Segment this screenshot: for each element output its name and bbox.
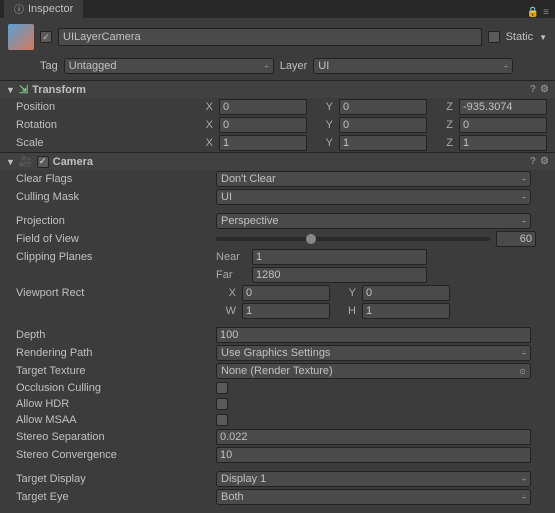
viewport-y-input[interactable] xyxy=(362,285,450,301)
inspector-tab[interactable]: ⓘ Inspector xyxy=(4,0,83,18)
chevron-down-icon: ÷ xyxy=(522,493,526,502)
camera-icon: 🎥 xyxy=(19,155,33,168)
viewport-h-input[interactable] xyxy=(362,303,450,319)
allowmsaa-label: Allow MSAA xyxy=(16,414,216,426)
rotation-label: Rotation xyxy=(16,119,193,131)
chevron-down-icon: ÷ xyxy=(522,175,526,184)
layer-dropdown[interactable]: UI ÷ xyxy=(313,58,513,74)
rotation-z-input[interactable] xyxy=(459,117,547,133)
targetdisplay-dropdown[interactable]: Display 1÷ xyxy=(216,471,531,487)
chevron-down-icon: ÷ xyxy=(522,475,526,484)
transform-icon: ⇲ xyxy=(19,83,28,96)
stereoconv-input[interactable] xyxy=(216,447,531,463)
projection-label: Projection xyxy=(16,215,216,227)
fov-value-input[interactable]: 60 xyxy=(496,231,536,247)
viewport-w-input[interactable] xyxy=(242,303,330,319)
transform-header[interactable]: ▼ ⇲ Transform ? ⚙ xyxy=(0,81,555,98)
rotation-x-input[interactable] xyxy=(219,117,307,133)
gameobject-enabled-checkbox[interactable] xyxy=(40,31,52,43)
position-z-input[interactable] xyxy=(459,99,547,115)
slider-thumb[interactable] xyxy=(306,234,316,244)
clearflags-label: Clear Flags xyxy=(16,173,216,185)
viewport-label: Viewport Rect xyxy=(16,287,216,299)
position-y-input[interactable] xyxy=(339,99,427,115)
renderingpath-label: Rendering Path xyxy=(16,347,216,359)
object-picker-icon[interactable]: ⊙ xyxy=(519,367,526,376)
depth-label: Depth xyxy=(16,329,216,341)
foldout-icon[interactable]: ▼ xyxy=(6,85,15,95)
stereoconv-label: Stereo Convergence xyxy=(16,449,216,461)
static-checkbox[interactable] xyxy=(488,31,500,43)
targeteye-label: Target Eye xyxy=(16,491,216,503)
stereosep-label: Stereo Separation xyxy=(16,431,216,443)
chevron-down-icon: ÷ xyxy=(264,62,268,71)
tag-label: Tag xyxy=(40,60,58,72)
occlusion-checkbox[interactable] xyxy=(216,382,228,394)
allowhdr-checkbox[interactable] xyxy=(216,398,228,410)
cullingmask-label: Culling Mask xyxy=(16,191,216,203)
renderingpath-dropdown[interactable]: Use Graphics Settings÷ xyxy=(216,345,531,361)
gameobject-icon[interactable] xyxy=(8,24,34,50)
foldout-icon[interactable]: ▼ xyxy=(6,157,15,167)
component-title: Camera xyxy=(53,156,526,168)
chevron-down-icon: ÷ xyxy=(522,349,526,358)
info-icon: ⓘ xyxy=(14,1,24,16)
fov-slider[interactable] xyxy=(216,237,490,241)
component-title: Transform xyxy=(32,84,526,96)
lock-icon[interactable]: 🔒 xyxy=(527,7,539,18)
near-clip-input[interactable] xyxy=(252,249,427,265)
layer-label: Layer xyxy=(280,60,308,72)
targeteye-dropdown[interactable]: Both÷ xyxy=(216,489,531,505)
position-label: Position xyxy=(16,101,193,113)
depth-input[interactable] xyxy=(216,327,531,343)
projection-dropdown[interactable]: Perspective÷ xyxy=(216,213,531,229)
targettexture-field[interactable]: None (Render Texture)⊙ xyxy=(216,363,531,379)
gameobject-name-input[interactable] xyxy=(58,28,482,46)
targetdisplay-label: Target Display xyxy=(16,473,216,485)
chevron-down-icon: ÷ xyxy=(504,62,508,71)
position-x-input[interactable] xyxy=(219,99,307,115)
chevron-down-icon: ÷ xyxy=(522,193,526,202)
fov-label: Field of View xyxy=(16,233,216,245)
clipping-label: Clipping Planes xyxy=(16,251,216,263)
scale-z-input[interactable] xyxy=(459,135,547,151)
camera-header[interactable]: ▼ 🎥 Camera ? ⚙ xyxy=(0,153,555,170)
allowhdr-label: Allow HDR xyxy=(16,398,216,410)
gear-icon[interactable]: ⚙ xyxy=(540,156,549,167)
tag-dropdown[interactable]: Untagged ÷ xyxy=(64,58,274,74)
help-icon[interactable]: ? xyxy=(530,84,536,95)
scale-y-input[interactable] xyxy=(339,135,427,151)
gear-icon[interactable]: ⚙ xyxy=(540,84,549,95)
chevron-down-icon: ÷ xyxy=(522,217,526,226)
static-label: Static xyxy=(506,31,534,43)
far-clip-input[interactable] xyxy=(252,267,427,283)
tab-title: Inspector xyxy=(28,3,73,15)
cullingmask-dropdown[interactable]: UI÷ xyxy=(216,189,531,205)
scale-x-input[interactable] xyxy=(219,135,307,151)
scale-label: Scale xyxy=(16,137,193,149)
clearflags-dropdown[interactable]: Don't Clear÷ xyxy=(216,171,531,187)
help-icon[interactable]: ? xyxy=(530,156,536,167)
targettexture-label: Target Texture xyxy=(16,365,216,377)
occlusion-label: Occlusion Culling xyxy=(16,382,216,394)
menu-icon[interactable]: ≡ xyxy=(543,7,549,18)
static-dropdown-arrow[interactable]: ▼ xyxy=(539,33,547,42)
camera-enabled-checkbox[interactable] xyxy=(37,156,49,168)
rotation-y-input[interactable] xyxy=(339,117,427,133)
allowmsaa-checkbox[interactable] xyxy=(216,414,228,426)
stereosep-input[interactable] xyxy=(216,429,531,445)
viewport-x-input[interactable] xyxy=(242,285,330,301)
